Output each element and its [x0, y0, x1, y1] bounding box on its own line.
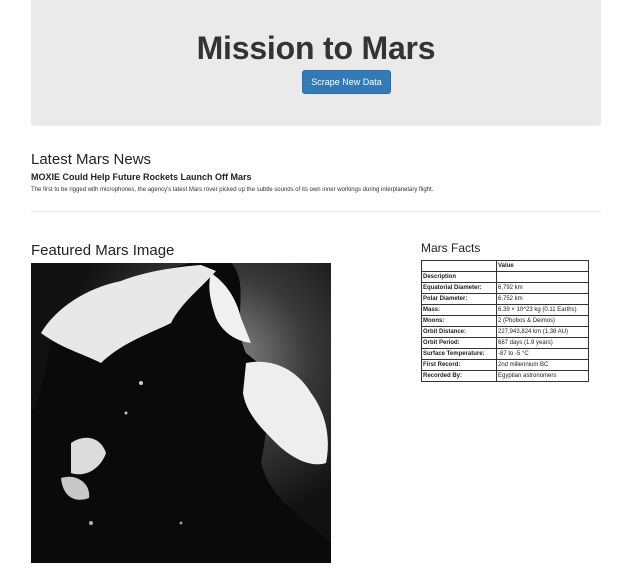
table-row: First Record: 2nd millennium BC	[421, 359, 589, 371]
latest-news-heading: Latest Mars News	[31, 151, 152, 168]
index-spacer	[496, 271, 589, 283]
table-row: Recorded By: Egyptian astronomers	[421, 370, 589, 382]
featured-mars-image	[31, 263, 331, 563]
table-index-row: Description	[421, 271, 589, 283]
page: Mission to Mars Scrape New Data Latest M…	[0, 0, 631, 579]
fact-label: Recorded By:	[421, 370, 497, 382]
comet-photo-image	[31, 263, 331, 563]
news-teaser: The first to be rigged with microphones,…	[31, 187, 434, 193]
jumbotron-header: Mission to Mars Scrape New Data	[31, 0, 601, 126]
scrape-new-data-button[interactable]: Scrape New Data	[302, 70, 391, 94]
fact-label: Mass:	[421, 304, 497, 316]
fact-value: 687 days (1.9 years)	[496, 337, 589, 349]
column-header-value: Value	[496, 260, 589, 272]
fact-label: Surface Temperature:	[421, 348, 497, 360]
fact-label: Equatorial Diameter:	[421, 282, 497, 294]
fact-value: 227,943,824 km (1.38 AU)	[496, 326, 589, 338]
fact-label: Orbit Distance:	[421, 326, 497, 338]
fact-label: Moons:	[421, 315, 497, 327]
table-row: Surface Temperature: -87 to -5 °C	[421, 348, 589, 360]
table-row: Polar Diameter: 6,752 km	[421, 293, 589, 305]
fact-value: 6.39 × 10^23 kg (0.11 Earths)	[496, 304, 589, 316]
fact-label: Polar Diameter:	[421, 293, 497, 305]
news-title: MOXIE Could Help Future Rockets Launch O…	[31, 172, 252, 182]
index-label: Description	[421, 271, 497, 283]
column-header-index	[421, 260, 497, 272]
fact-label: Orbit Period:	[421, 337, 497, 349]
fact-value: 2nd millennium BC	[496, 359, 589, 371]
fact-value: 2 (Phobos & Deimos)	[496, 315, 589, 327]
fact-value: Egyptian astronomers	[496, 370, 589, 382]
table-header-row: Value	[421, 260, 589, 272]
table-row: Moons: 2 (Phobos & Deimos)	[421, 315, 589, 327]
fact-value: -87 to -5 °C	[496, 348, 589, 360]
facts-table-body: Equatorial Diameter: 6,792 km Polar Diamet…	[421, 282, 589, 382]
fact-value: 6,792 km	[496, 282, 589, 294]
mars-facts-table: Value Description Equatorial Diameter: 6,…	[421, 260, 589, 382]
section-divider	[31, 211, 601, 212]
table-row: Mass: 6.39 × 10^23 kg (0.11 Earths)	[421, 304, 589, 316]
table-row: Orbit Period: 687 days (1.9 years)	[421, 337, 589, 349]
fact-label: First Record:	[421, 359, 497, 371]
featured-image-heading: Featured Mars Image	[31, 242, 175, 259]
table-row: Equatorial Diameter: 6,792 km	[421, 282, 589, 294]
mars-facts-heading: Mars Facts	[421, 241, 481, 255]
page-title: Mission to Mars	[196, 30, 436, 66]
table-row: Orbit Distance: 227,943,824 km (1.38 AU)	[421, 326, 589, 338]
fact-value: 6,752 km	[496, 293, 589, 305]
